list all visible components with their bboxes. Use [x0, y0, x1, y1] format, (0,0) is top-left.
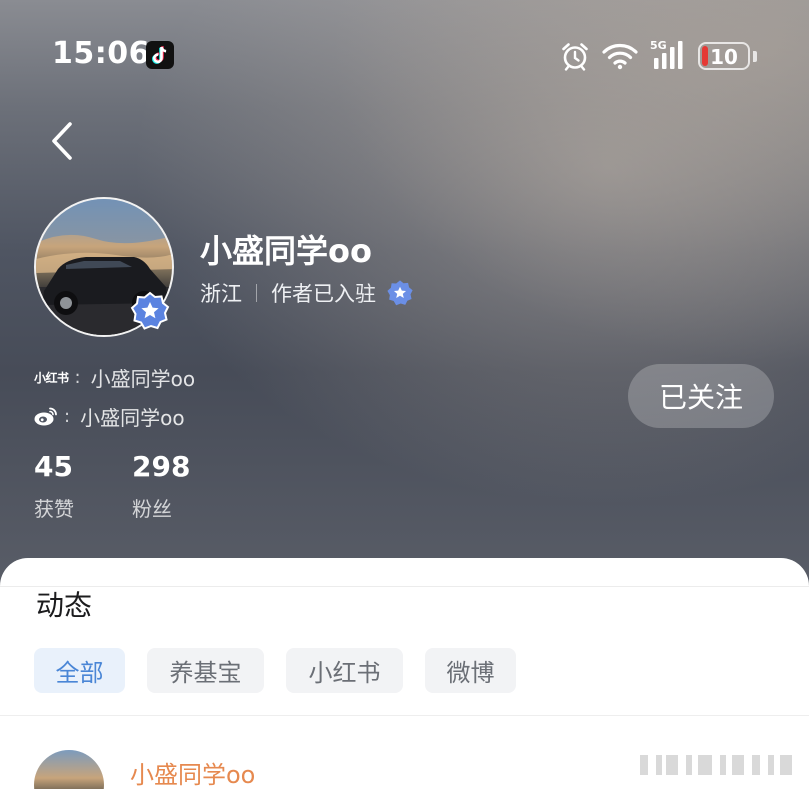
tiktok-icon [146, 41, 174, 69]
verified-badge-icon [130, 291, 170, 331]
weibo-icon [34, 406, 58, 426]
weibo-handle: 小盛同学oo [80, 405, 185, 430]
social-colon: : [74, 366, 81, 388]
stat-followers-label: 粉丝 [132, 497, 172, 521]
stat-likes-value: 45 [34, 450, 73, 483]
section-title: 动态 [36, 589, 93, 622]
social-colon: : [64, 405, 71, 427]
stat-followers-value: 298 [132, 450, 191, 483]
signal-icon: 5G [650, 38, 688, 70]
xiaohongshu-handle: 小盛同学oo [90, 366, 196, 391]
profile-avatar[interactable] [34, 197, 174, 337]
tab-xiaohongshu[interactable]: 小红书 [286, 648, 403, 693]
meta-divider [256, 284, 257, 302]
stat-likes[interactable]: 45 获赞 [34, 450, 74, 522]
watermark-icon [638, 752, 798, 778]
battery-level: 10 [710, 45, 738, 69]
profile-name: 小盛同学oo [200, 232, 372, 270]
tab-all[interactable]: 全部 [34, 648, 125, 693]
status-bar: 15:06 5G 10 [0, 0, 809, 110]
xiaohongshu-mark: 小红书 [34, 370, 69, 385]
sheet-divider [0, 586, 809, 587]
status-time: 15:06 [52, 36, 150, 71]
feed-item-author[interactable]: 小盛同学oo [130, 755, 255, 789]
follow-button[interactable]: 已关注 [628, 364, 774, 428]
tab-yangjibao[interactable]: 养基宝 [147, 648, 264, 693]
profile-meta: 浙江 作者已入驻 [200, 278, 414, 308]
tab-weibo[interactable]: 微博 [425, 648, 516, 693]
network-label: 5G [650, 39, 667, 52]
battery-icon: 10 [698, 42, 750, 70]
author-status: 作者已入驻 [271, 282, 376, 306]
alarm-icon [560, 41, 590, 71]
social-row-xiaohongshu[interactable]: 小红书 : 小盛同学oo [34, 363, 195, 391]
verified-badge-icon [386, 279, 414, 307]
wifi-icon [602, 42, 638, 70]
back-button[interactable] [40, 116, 84, 166]
stat-likes-label: 获赞 [34, 497, 74, 521]
stat-followers[interactable]: 298 粉丝 [132, 450, 190, 522]
chevron-left-icon [52, 122, 72, 160]
social-row-weibo[interactable]: : 小盛同学oo [34, 402, 185, 430]
battery-cap [753, 51, 757, 62]
profile-location: 浙江 [200, 282, 242, 306]
list-divider [0, 715, 809, 716]
